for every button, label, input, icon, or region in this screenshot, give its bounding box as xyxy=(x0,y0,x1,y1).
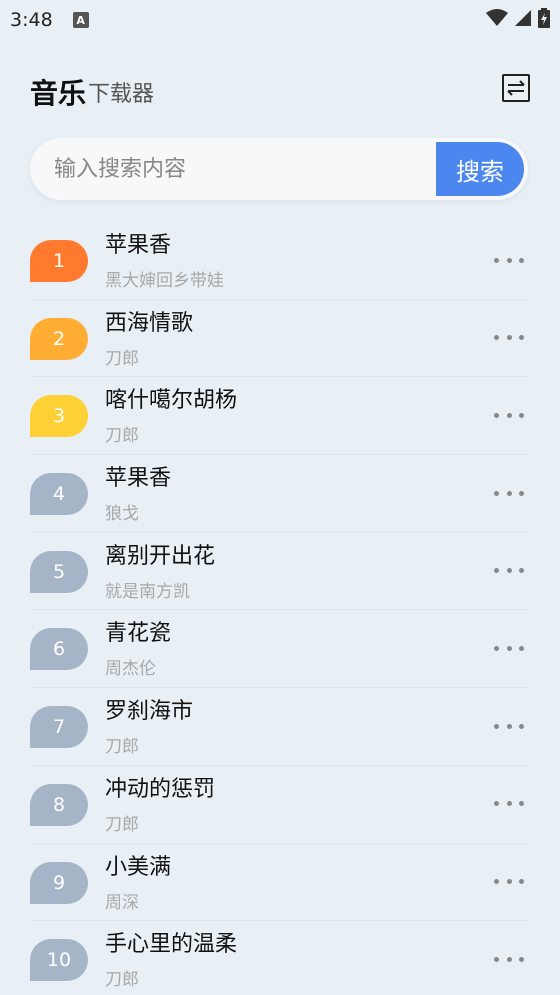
more-dot xyxy=(494,879,499,884)
rank-badge: 10 xyxy=(30,939,88,982)
song-artist: 周杰伦 xyxy=(105,659,156,680)
more-dot xyxy=(519,335,524,341)
song-title: 苹果香 xyxy=(105,233,172,258)
app-header: 音乐 下载器 xyxy=(30,70,530,110)
more-dot xyxy=(519,956,524,962)
more-dot xyxy=(494,335,499,341)
more-dot xyxy=(494,257,499,263)
app-subtitle: 下载器 xyxy=(88,82,155,107)
more-dot xyxy=(506,335,512,341)
more-dot xyxy=(519,801,524,807)
song-artist: 刀郎 xyxy=(105,737,139,758)
more-dot xyxy=(519,412,524,418)
more-dot xyxy=(506,879,512,884)
search-input[interactable] xyxy=(54,138,434,200)
song-artist: 刀郎 xyxy=(105,348,139,369)
song-artist: 黑大婶回乡带娃 xyxy=(105,271,224,291)
song-row[interactable]: 6 青花瓷周杰伦 xyxy=(30,610,530,689)
wifi-icon xyxy=(486,9,508,26)
song-title: 青花瓷 xyxy=(105,621,172,647)
more-dot xyxy=(494,412,499,418)
more-dot xyxy=(519,490,524,496)
song-row[interactable]: 1 苹果香黑大婶回乡带娃 xyxy=(30,222,530,300)
rank-badge: 5 xyxy=(30,550,88,593)
song-title: 西海情歌 xyxy=(105,310,194,336)
more-dot xyxy=(494,645,499,651)
more-dot xyxy=(506,645,512,651)
rank-badge: 4 xyxy=(30,473,88,516)
song-row[interactable]: 8 冲动的惩罚刀郎 xyxy=(30,766,530,844)
song-title: 手心里的温柔 xyxy=(105,932,238,958)
song-artist: 周深 xyxy=(105,892,139,913)
more-dot xyxy=(519,568,524,574)
more-dot xyxy=(506,956,512,962)
more-dot xyxy=(519,645,524,651)
song-title: 苹果香 xyxy=(105,466,172,492)
search-button[interactable]: 搜索 xyxy=(436,142,524,196)
more-dot xyxy=(494,568,499,574)
song-title: 冲动的惩罚 xyxy=(105,776,216,802)
rank-badge: 2 xyxy=(30,317,88,360)
swap-icon xyxy=(507,80,525,96)
rank-badge: 8 xyxy=(30,783,88,826)
song-row[interactable]: 3 喀什噶尔胡杨刀郎 xyxy=(30,377,530,456)
song-row[interactable]: 7 罗刹海市刀郎 xyxy=(30,688,530,766)
more-options-icon[interactable] xyxy=(494,561,524,581)
song-artist: 刀郎 xyxy=(105,970,139,991)
song-artist: 刀郎 xyxy=(105,814,139,835)
more-options-icon[interactable] xyxy=(494,638,524,658)
more-options-icon[interactable] xyxy=(494,250,524,270)
more-dot xyxy=(506,412,512,418)
song-artist: 就是南方凯 xyxy=(105,581,190,602)
notification-icon: A xyxy=(72,12,89,28)
more-options-icon[interactable] xyxy=(494,872,524,892)
more-dot xyxy=(494,723,499,729)
more-options-icon[interactable] xyxy=(494,483,524,503)
more-dot xyxy=(519,879,524,884)
status-time: 3:48 xyxy=(10,9,53,31)
song-artist: 刀郎 xyxy=(105,426,139,447)
more-options-icon[interactable] xyxy=(494,328,524,348)
more-options-icon[interactable] xyxy=(494,716,524,736)
song-title: 小美满 xyxy=(105,854,172,880)
more-dot xyxy=(494,490,499,496)
song-title: 喀什噶尔胡杨 xyxy=(105,388,238,414)
search-bar: 搜索 xyxy=(30,138,528,200)
rank-badge: 3 xyxy=(30,395,88,438)
song-title: 离别开出花 xyxy=(105,543,216,569)
signal-icon xyxy=(515,10,531,26)
more-dot xyxy=(506,568,512,574)
battery-icon xyxy=(538,8,550,28)
more-dot xyxy=(506,801,512,807)
song-list: 1 苹果香 黑大婶回乡带娃 2 西海情歌 刀郎 3 喀什噶尔胡杨 刀郎 4 苹果香 狼戈 5 离别开出花就… xyxy=(30,222,530,995)
song-row[interactable]: 5 离别开出花就是南方凯 xyxy=(30,533,530,611)
rank-badge: 6 xyxy=(30,628,88,671)
more-dot xyxy=(519,723,524,729)
song-artist: 狼戈 xyxy=(105,504,139,525)
rank-badge: 9 xyxy=(30,861,88,904)
more-dot xyxy=(506,723,512,729)
more-options-icon[interactable] xyxy=(494,405,524,425)
song-title: 罗刹海市 xyxy=(105,699,194,725)
rank-badge: 7 xyxy=(30,706,88,749)
more-options-icon[interactable] xyxy=(494,794,524,814)
more-dot xyxy=(494,956,499,962)
more-dot xyxy=(506,490,512,496)
rank-badge: 1 xyxy=(30,240,88,282)
more-dot xyxy=(494,801,499,807)
song-row[interactable]: 4 苹果香狼戈 xyxy=(30,455,530,533)
song-row[interactable]: 2 西海情歌刀郎 xyxy=(30,300,530,378)
more-dot xyxy=(506,257,512,263)
status-icons xyxy=(486,8,550,28)
status-bar: 3:48 A xyxy=(0,0,560,40)
more-options-icon[interactable] xyxy=(494,949,524,969)
song-row[interactable]: 10 手心里的温柔刀郎 xyxy=(30,921,530,995)
swap-button[interactable] xyxy=(502,74,530,102)
more-dot xyxy=(519,257,524,263)
app-title: 音乐 xyxy=(30,77,87,110)
song-row[interactable]: 9 小美满周深 xyxy=(30,844,530,922)
